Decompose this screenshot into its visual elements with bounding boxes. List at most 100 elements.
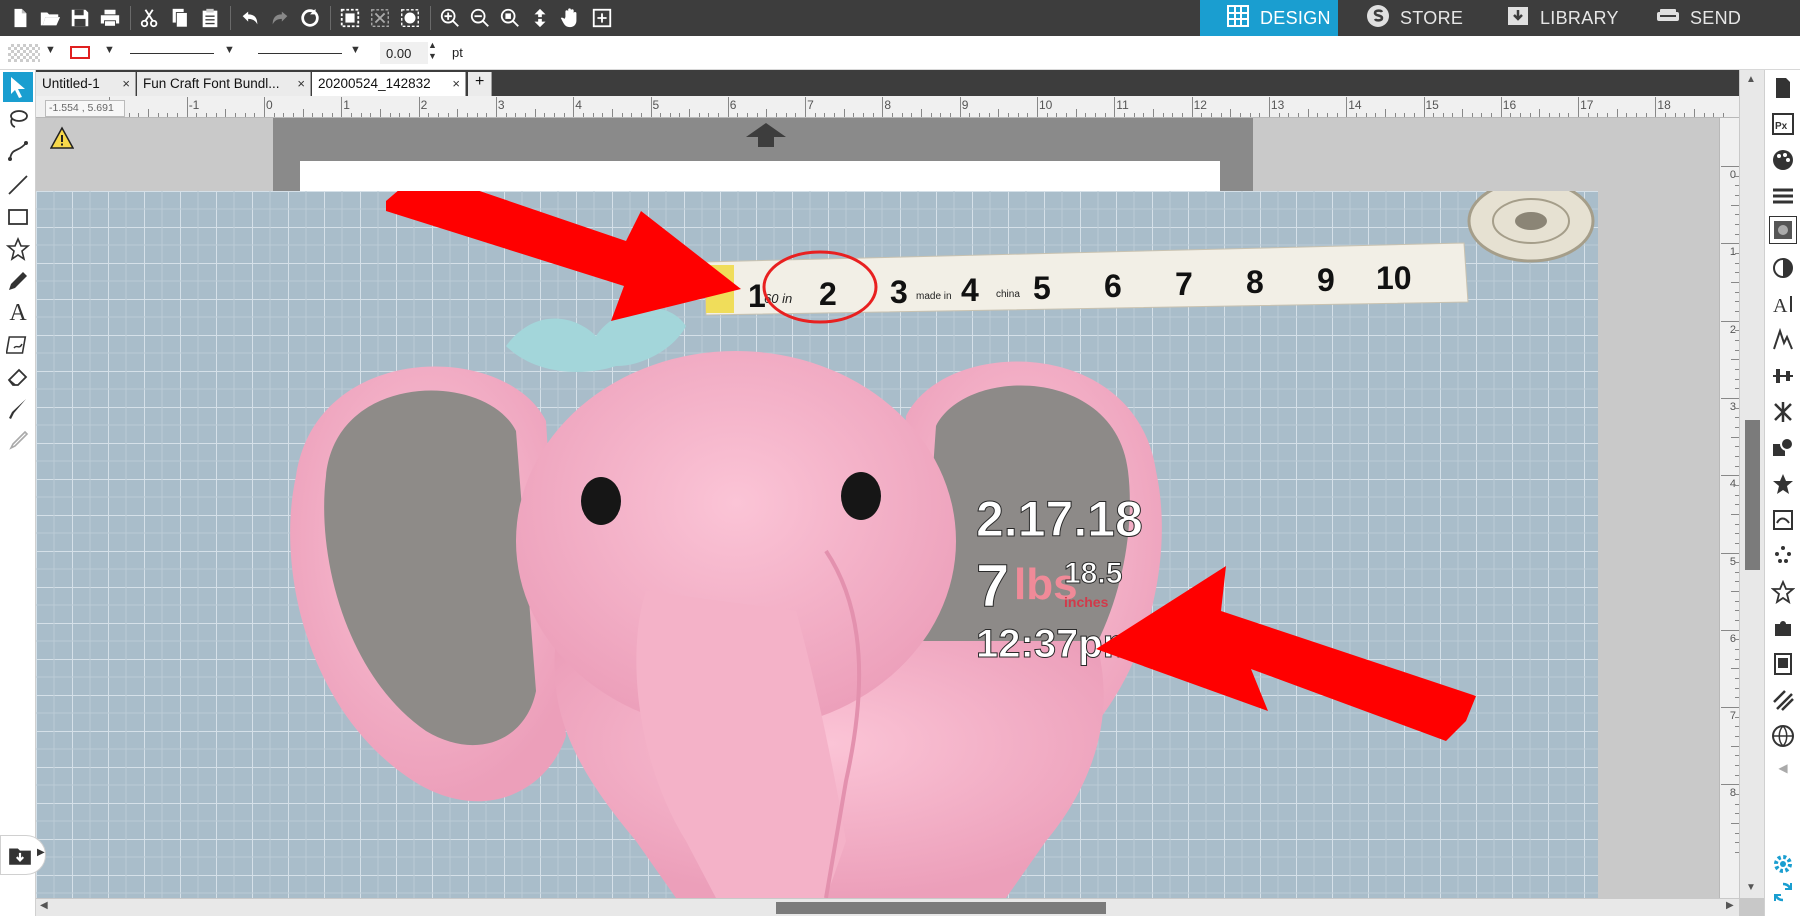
ruler-tick xyxy=(1636,113,1638,117)
ruler-tick xyxy=(1104,113,1106,117)
close-icon[interactable]: × xyxy=(122,76,130,91)
save-icon[interactable] xyxy=(66,4,94,32)
cut-scissors-icon[interactable] xyxy=(136,4,164,32)
doc-tab[interactable]: Untitled-1 × xyxy=(36,72,136,96)
ruler-tick xyxy=(1201,113,1203,117)
palette-icon[interactable] xyxy=(1769,146,1797,174)
close-icon[interactable]: × xyxy=(297,76,305,91)
horizontal-scroll-thumb[interactable] xyxy=(776,902,1106,914)
line-style-icon[interactable] xyxy=(1769,182,1797,210)
ruler-tick xyxy=(1731,591,1739,593)
text-tool-icon[interactable]: A xyxy=(3,298,33,328)
star-tool-icon[interactable] xyxy=(3,234,33,264)
star-outline-icon[interactable] xyxy=(1769,578,1797,606)
scroll-down-icon[interactable]: ▼ xyxy=(1746,882,1756,893)
doc-tab-active[interactable]: 20200524_142832 × xyxy=(312,72,466,96)
select-arrow-icon[interactable] xyxy=(3,72,33,102)
line-weight-select[interactable] xyxy=(258,53,342,54)
trace-icon[interactable] xyxy=(396,4,424,32)
lasso-icon[interactable] xyxy=(3,104,33,134)
nest-icon[interactable] xyxy=(1769,650,1797,678)
add-page-icon[interactable] xyxy=(588,4,616,32)
edit-points-icon[interactable] xyxy=(3,136,33,166)
trace-panel-icon[interactable] xyxy=(1769,506,1797,534)
photo-image-elephant[interactable]: 1 2 3 4 5 6 7 8 9 10 60 in made in china xyxy=(36,191,1598,898)
fill-pattern-icon[interactable] xyxy=(1769,216,1797,244)
chevron-down-icon[interactable]: ▼ xyxy=(350,44,361,56)
sketch-pad-icon[interactable] xyxy=(3,330,33,360)
line-style-select[interactable] xyxy=(130,53,214,54)
stepper-arrows-icon[interactable]: ▲ ▼ xyxy=(428,40,437,62)
zoom-out-icon[interactable] xyxy=(466,4,494,32)
ruler-tick xyxy=(1558,113,1560,117)
group-select-icon[interactable] xyxy=(336,4,364,32)
horizontal-scrollbar[interactable]: ◀ ▶ xyxy=(36,898,1739,916)
top-toolbar: DESIGN STORE LIBRARY SEND xyxy=(0,0,1800,36)
settings-gear-icon[interactable] xyxy=(1769,850,1797,878)
dot-rhinestone-icon[interactable] xyxy=(1769,542,1797,570)
tab-store[interactable]: STORE xyxy=(1340,0,1478,36)
puzzle-icon[interactable] xyxy=(1769,614,1797,642)
chevron-down-icon[interactable]: ▼ xyxy=(45,44,56,56)
open-folder-icon[interactable] xyxy=(36,4,64,32)
close-icon[interactable]: × xyxy=(452,76,460,91)
warning-icon[interactable] xyxy=(49,126,75,150)
ruler-tick xyxy=(1529,113,1531,117)
transparency-icon[interactable] xyxy=(1769,254,1797,282)
copy-icon[interactable] xyxy=(166,4,194,32)
zoom-in-icon[interactable] xyxy=(436,4,464,32)
ruler-label: 4 xyxy=(575,98,582,112)
redo-icon[interactable] xyxy=(266,4,294,32)
page-setup-icon[interactable] xyxy=(1769,74,1797,102)
paste-clipboard-icon[interactable] xyxy=(196,4,224,32)
ruler-label: 13 xyxy=(1270,98,1285,112)
print-icon[interactable] xyxy=(96,4,124,32)
undo-icon[interactable] xyxy=(236,4,264,32)
eraser-icon[interactable] xyxy=(3,362,33,392)
collapse-left-icon[interactable]: ◀ xyxy=(1769,754,1797,782)
chevron-down-icon[interactable]: ▼ xyxy=(104,44,115,56)
modify-icon[interactable] xyxy=(1769,434,1797,462)
doc-tab[interactable]: Fun Craft Font Bundl... × xyxy=(137,72,311,96)
rectangle-tool-icon[interactable] xyxy=(3,202,33,232)
sync-icon[interactable] xyxy=(1769,878,1797,906)
replicate-icon[interactable] xyxy=(1769,398,1797,426)
ruler-tick xyxy=(1731,281,1739,283)
align-icon[interactable] xyxy=(1769,362,1797,390)
pan-hand-icon[interactable] xyxy=(556,4,584,32)
star-badge-icon[interactable] xyxy=(1769,470,1797,498)
pencil-icon[interactable] xyxy=(3,266,33,296)
ruler-tick xyxy=(785,113,787,117)
tab-library[interactable]: LIBRARY xyxy=(1480,0,1628,36)
scroll-left-icon[interactable]: ◀ xyxy=(40,900,48,911)
library-download-icon xyxy=(1506,4,1530,33)
tab-send[interactable]: SEND xyxy=(1630,0,1760,36)
ruler-tick xyxy=(553,113,555,117)
knife-icon[interactable] xyxy=(3,394,33,424)
ruler-tick xyxy=(708,113,710,117)
offset-icon[interactable] xyxy=(1769,326,1797,354)
library-drawer-toggle[interactable]: ▶ xyxy=(0,835,46,875)
tab-design[interactable]: DESIGN xyxy=(1200,0,1338,36)
line-color-swatch[interactable] xyxy=(70,46,90,59)
fit-page-arrows-icon[interactable] xyxy=(526,4,554,32)
refresh-icon[interactable] xyxy=(296,4,324,32)
pixscan-icon[interactable]: Px xyxy=(1769,110,1797,138)
line-width-input[interactable]: 0.00 xyxy=(380,42,428,64)
vertical-scroll-thumb[interactable] xyxy=(1745,420,1760,570)
scroll-right-icon[interactable]: ▶ xyxy=(1726,900,1734,911)
zoom-selection-icon[interactable] xyxy=(496,4,524,32)
ruler-tick xyxy=(292,113,294,117)
chevron-down-icon[interactable]: ▼ xyxy=(224,44,235,56)
eyedropper-icon[interactable] xyxy=(3,426,33,456)
text-style-icon[interactable]: A xyxy=(1769,290,1797,318)
scroll-up-icon[interactable]: ▲ xyxy=(1746,74,1756,85)
vertical-scrollbar[interactable]: ▲ ▼ xyxy=(1739,70,1764,898)
fill-pattern-swatch[interactable] xyxy=(8,44,40,62)
ungroup-icon[interactable] xyxy=(366,4,394,32)
line-tool-icon[interactable] xyxy=(3,170,33,200)
hatch-icon[interactable] xyxy=(1769,686,1797,714)
add-tab-button[interactable]: + xyxy=(468,72,492,96)
globe-icon[interactable] xyxy=(1769,722,1797,750)
new-document-icon[interactable] xyxy=(6,4,34,32)
